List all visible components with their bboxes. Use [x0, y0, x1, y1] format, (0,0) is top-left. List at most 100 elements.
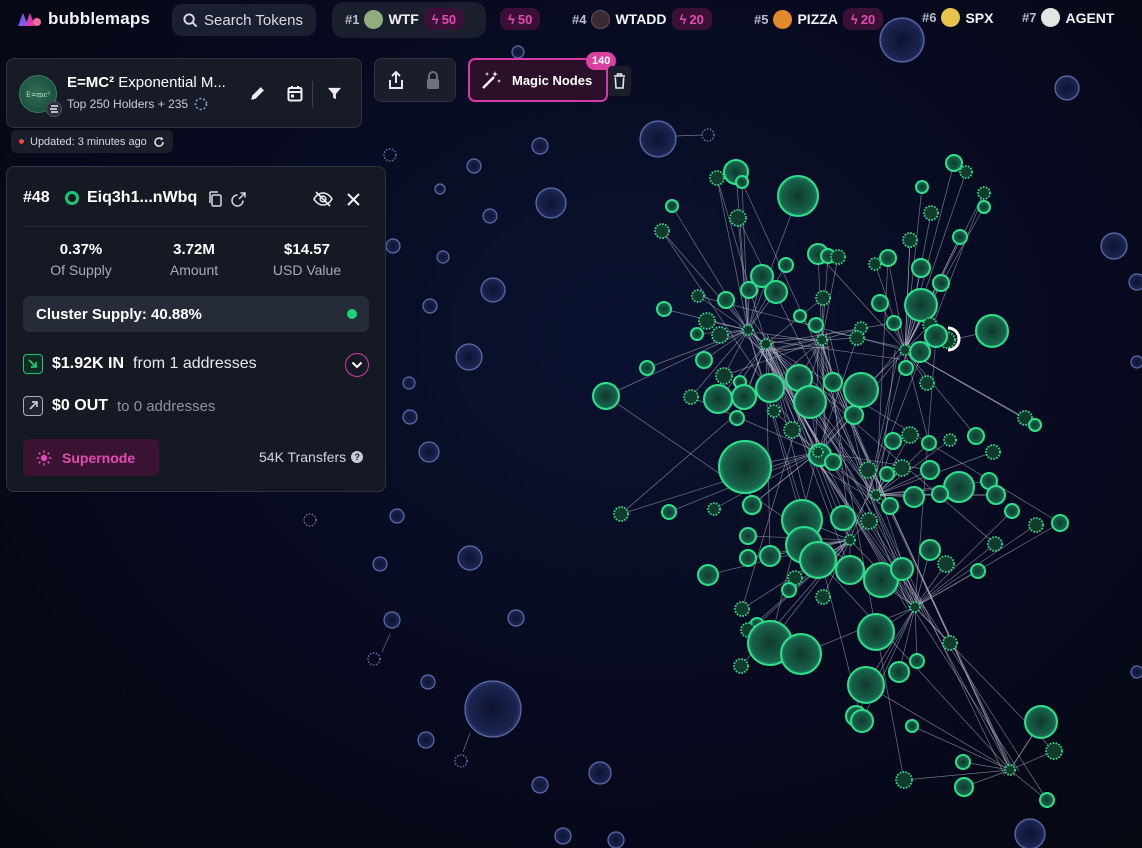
- holder-bubble[interactable]: [888, 661, 910, 683]
- holder-bubble[interactable]: [418, 441, 440, 463]
- holder-bubble[interactable]: [735, 175, 749, 189]
- holder-bubble[interactable]: [847, 666, 885, 704]
- holder-bubble[interactable]: [740, 281, 758, 299]
- holder-bubble[interactable]: [1045, 742, 1063, 760]
- holder-bubble[interactable]: [402, 409, 418, 425]
- share-button[interactable]: [387, 70, 405, 95]
- cluster-hub-node[interactable]: [760, 338, 772, 350]
- trending-item-6[interactable]: #6 SPX: [922, 8, 993, 27]
- holder-bubble[interactable]: [454, 754, 468, 768]
- holder-bubble[interactable]: [824, 453, 842, 471]
- holder-bubble[interactable]: [881, 497, 899, 515]
- holder-bubble[interactable]: [434, 183, 446, 195]
- holder-bubble[interactable]: [764, 280, 788, 304]
- holder-bubble[interactable]: [986, 485, 1006, 505]
- holder-bubble[interactable]: [535, 187, 567, 219]
- holder-bubble[interactable]: [823, 372, 843, 392]
- close-panel-button[interactable]: [343, 189, 363, 209]
- holder-bubble[interactable]: [303, 513, 317, 527]
- holder-bubble[interactable]: [464, 680, 522, 738]
- outflow-row[interactable]: $0 OUT to 0 addresses: [23, 395, 215, 417]
- trending-item-7[interactable]: #7 AGENT: [1022, 8, 1114, 27]
- holder-bubble[interactable]: [656, 301, 672, 317]
- holder-bubble[interactable]: [742, 495, 762, 515]
- holder-bubble[interactable]: [952, 229, 968, 245]
- holder-bubble[interactable]: [902, 232, 918, 248]
- holder-bubble[interactable]: [909, 653, 925, 669]
- holder-bubble[interactable]: [755, 373, 785, 403]
- holder-bubble[interactable]: [868, 257, 882, 271]
- holder-bubble[interactable]: [480, 277, 506, 303]
- holder-bubble[interactable]: [921, 435, 937, 451]
- holder-bubble[interactable]: [531, 137, 549, 155]
- holder-bubble[interactable]: [767, 404, 781, 418]
- holder-bubble[interactable]: [420, 674, 436, 690]
- holder-bubble[interactable]: [884, 432, 902, 450]
- holder-bubble[interactable]: [701, 128, 715, 142]
- updated-status[interactable]: Updated: 3 minutes ago: [11, 130, 173, 153]
- inflow-row[interactable]: $1.92K IN from 1 addresses: [23, 353, 257, 375]
- clear-magic-nodes-button[interactable]: [608, 66, 631, 96]
- holder-bubble[interactable]: [507, 609, 525, 627]
- holder-bubble[interactable]: [1004, 503, 1020, 519]
- holder-bubble[interactable]: [860, 512, 878, 530]
- holder-bubble[interactable]: [703, 384, 733, 414]
- holder-bubble[interactable]: [715, 367, 733, 385]
- holder-bubble[interactable]: [850, 709, 874, 733]
- holder-bubble[interactable]: [977, 200, 991, 214]
- holder-bubble[interactable]: [879, 466, 895, 482]
- holder-bubble[interactable]: [857, 613, 895, 651]
- holder-bubble[interactable]: [835, 555, 865, 585]
- holder-bubble[interactable]: [759, 545, 781, 567]
- holder-bubble[interactable]: [943, 471, 975, 503]
- holder-bubble[interactable]: [639, 360, 655, 376]
- holder-bubble[interactable]: [871, 294, 889, 312]
- holder-bubble[interactable]: [955, 754, 971, 770]
- holder-bubble[interactable]: [778, 257, 794, 273]
- search-tokens-button[interactable]: Search Tokens: [172, 4, 316, 36]
- cluster-hub-node[interactable]: [742, 324, 754, 336]
- holder-bubble[interactable]: [1014, 818, 1046, 848]
- cluster-hub-node[interactable]: [870, 489, 882, 501]
- holder-bubble[interactable]: [895, 771, 913, 789]
- holder-bubble[interactable]: [799, 541, 837, 579]
- holder-bubble[interactable]: [923, 205, 939, 221]
- holder-bubble[interactable]: [1130, 355, 1142, 369]
- holder-bubble[interactable]: [1054, 75, 1080, 101]
- cluster-hub-node[interactable]: [816, 334, 828, 346]
- holder-bubble[interactable]: [639, 120, 677, 158]
- holder-bubble[interactable]: [777, 175, 819, 217]
- holder-bubble[interactable]: [695, 351, 713, 369]
- holder-bubble[interactable]: [661, 504, 677, 520]
- holder-bubble[interactable]: [729, 410, 745, 426]
- holder-bubble[interactable]: [793, 385, 827, 419]
- holder-bubble[interactable]: [783, 421, 801, 439]
- expand-inflow-button[interactable]: [345, 353, 369, 377]
- holder-bubble[interactable]: [903, 486, 925, 508]
- holder-bubble[interactable]: [808, 317, 824, 333]
- holder-bubble[interactable]: [531, 776, 549, 794]
- bubblemaps-logo[interactable]: bubblemaps: [16, 9, 150, 29]
- trending-item-1[interactable]: #1 WTF ϟ 50: [345, 8, 465, 30]
- holder-bubble[interactable]: [942, 635, 958, 651]
- holder-bubble[interactable]: [554, 827, 572, 845]
- holder-bubble[interactable]: [1051, 514, 1069, 532]
- refresh-icon[interactable]: [153, 136, 165, 148]
- holder-bubble[interactable]: [690, 327, 704, 341]
- holder-bubble[interactable]: [654, 223, 670, 239]
- holder-bubble[interactable]: [1130, 665, 1142, 679]
- holder-bubble[interactable]: [975, 314, 1009, 348]
- holder-bubble[interactable]: [367, 652, 381, 666]
- open-external-button[interactable]: [228, 189, 248, 209]
- holder-bubble[interactable]: [718, 440, 772, 494]
- lock-button[interactable]: [425, 70, 441, 95]
- filter-button[interactable]: [322, 81, 346, 105]
- holder-bubble[interactable]: [977, 186, 991, 200]
- holder-bubble[interactable]: [781, 582, 797, 598]
- holder-bubble[interactable]: [945, 154, 963, 172]
- cluster-hub-node[interactable]: [1004, 764, 1016, 776]
- cluster-hub-node[interactable]: [812, 446, 824, 458]
- holder-bubble[interactable]: [457, 545, 483, 571]
- holder-bubble[interactable]: [1024, 705, 1058, 739]
- holder-bubble[interactable]: [849, 330, 865, 346]
